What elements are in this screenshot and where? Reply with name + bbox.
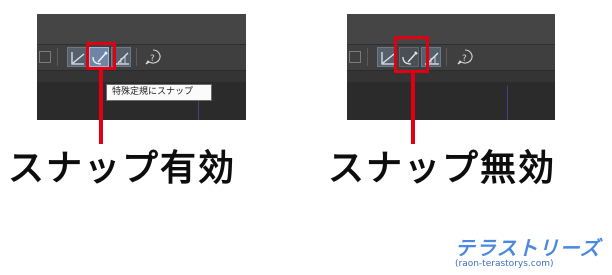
help-icon: ? — [457, 49, 473, 65]
canvas-guide-line — [507, 86, 508, 120]
tooltip: 特殊定規にスナップ — [106, 84, 212, 101]
separator — [136, 48, 137, 66]
callout-line-enabled — [99, 70, 103, 144]
logo-wordmark: テラストリーズ — [455, 236, 601, 260]
svg-text:?: ? — [150, 54, 155, 64]
ruler-snap-icon — [71, 52, 85, 65]
canvas-area — [347, 82, 555, 120]
caption-snap-disabled: スナップ無効 — [328, 148, 557, 189]
screenshot-snap-enabled: ? — [37, 14, 246, 120]
snap-to-ruler-button[interactable] — [67, 47, 87, 67]
help-button[interactable]: ? — [455, 47, 475, 67]
caption-snap-enabled: スナップ有効 — [8, 148, 237, 189]
panel-strip — [347, 14, 555, 44]
tooltip-text: 特殊定規にスナップ — [112, 87, 194, 97]
svg-text:?: ? — [462, 54, 467, 64]
separator — [446, 48, 447, 66]
highlight-box-enabled — [86, 42, 116, 70]
panel-strip — [37, 14, 246, 44]
site-logo: テラストリーズ (raon-terastorys.com) — [455, 236, 601, 269]
help-icon: ? — [145, 49, 161, 65]
callout-line-disabled — [411, 73, 415, 144]
separator — [367, 48, 368, 66]
highlight-box-disabled — [394, 36, 429, 73]
checkbox-icon[interactable] — [39, 51, 51, 63]
logo-url: (raon-terastorys.com) — [455, 259, 554, 269]
help-button[interactable]: ? — [143, 47, 163, 67]
screenshot-snap-disabled: ? — [347, 14, 555, 120]
checkbox-icon[interactable] — [349, 51, 361, 63]
separator — [57, 48, 58, 66]
